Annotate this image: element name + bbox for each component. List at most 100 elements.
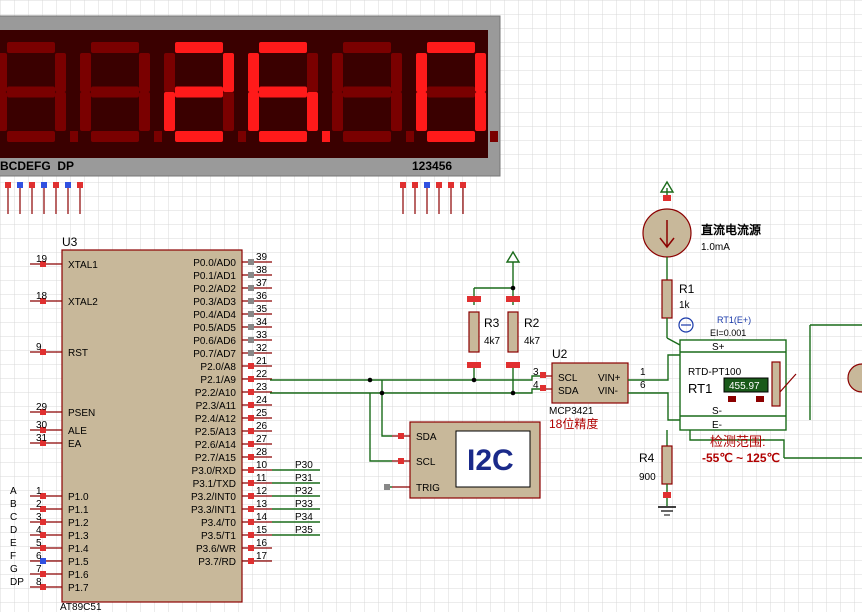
rtd-sensor-rt1[interactable]: S+ S- E- RTD-PT100 RT1 455.97 xyxy=(679,339,797,431)
mcu-right-pin-name: P2.5/A13 xyxy=(195,427,237,438)
segment-4-d xyxy=(343,131,391,142)
segment-5-g xyxy=(427,86,475,98)
mcu-right-pin-marker xyxy=(248,519,254,525)
mcu-right-pin-num: 39 xyxy=(256,252,268,263)
mcu-left-pin-num: 9 xyxy=(36,342,42,353)
range-title: 检测范围: xyxy=(710,434,766,449)
digit-labels: 123456 xyxy=(412,159,452,173)
mcu-right-pin-num: 12 xyxy=(256,486,268,497)
mcu-right-pins: 39 P0.0/AD0 38 P0.1/AD1 37 P0.2/AD2 36 P0.3/AD3… xyxy=(191,252,272,568)
mcu-right-pin-name: P3.3/INT1 xyxy=(191,505,236,516)
p3-net-label: P32 xyxy=(295,486,313,497)
mcu-right-pin-num: 15 xyxy=(256,525,268,536)
mcu-right-pin-marker xyxy=(248,467,254,473)
mcu-left-pin-name: EA xyxy=(68,439,82,450)
r4-ref: R4 xyxy=(639,451,655,465)
r1-probe: RT1(E+) xyxy=(717,315,751,325)
mcu-right-pin-name: P0.1/AD1 xyxy=(193,271,236,282)
mcu-right-pin-marker xyxy=(248,376,254,382)
rt1-part: RTD-PT100 xyxy=(688,367,742,378)
mcu-left-net: D xyxy=(10,525,17,536)
i2c-label: I2C xyxy=(467,444,514,477)
i2c-pin-trig: TRIG xyxy=(416,483,440,494)
mcu-left-net: C xyxy=(10,512,17,523)
mcu-right-pin-marker xyxy=(248,363,254,369)
mcu-right-pin-marker xyxy=(248,389,254,395)
segment-0-b xyxy=(55,53,66,92)
mcu-right-pin-num: 27 xyxy=(256,434,268,445)
mcu-left-pin-num: 6 xyxy=(36,551,42,562)
source-value: 1.0mA xyxy=(701,242,730,253)
range-value: -55℃ ~ 125℃ xyxy=(702,451,780,465)
mcu-right-pin-marker xyxy=(248,402,254,408)
schematic-canvas[interactable]: BCDEFG DP 123456 U3 19XTAL118XTAL29RST29… xyxy=(0,0,862,612)
seven-segment-display[interactable]: BCDEFG DP 123456 xyxy=(0,15,501,177)
mcu-right-pin-name: P2.0/A8 xyxy=(200,362,236,373)
mcu-right-pin-num: 32 xyxy=(256,343,268,354)
digpin-1 xyxy=(400,182,406,188)
segment-4-b xyxy=(391,53,402,92)
r3-value: 4k7 xyxy=(484,336,501,347)
r1-value: 1k xyxy=(679,300,691,311)
mcu-right-pin-marker xyxy=(248,298,254,304)
mcu-right-pin-name: P0.7/AD7 xyxy=(193,349,236,360)
mcu-right-pin-name: P3.0/RXD xyxy=(192,466,236,477)
i2c-pin-scl: SCL xyxy=(416,457,436,468)
mcu-left-pin-num: 18 xyxy=(36,291,48,302)
r1-probe-value: EI=0.001 xyxy=(710,328,746,338)
segment-3-d xyxy=(259,131,307,142)
segment-2-e xyxy=(164,92,175,131)
digpin-5 xyxy=(448,182,454,188)
mcu-right-pin-name: P0.6/AD6 xyxy=(193,336,236,347)
mcu-left-pin-num: 8 xyxy=(36,577,42,588)
segment-4-a xyxy=(343,42,391,53)
p3-net-label: P31 xyxy=(295,473,313,484)
segment-2-g xyxy=(175,86,223,98)
segment-4-f xyxy=(332,53,343,92)
mcu-left-pin-name: ALE xyxy=(68,426,87,437)
mcu-right-pin-num: 36 xyxy=(256,291,268,302)
mcu-right-pin-name: P3.6/WR xyxy=(196,544,236,555)
segment-2-c xyxy=(223,92,234,131)
segment-4-g xyxy=(343,86,391,98)
mcu-left-net: DP xyxy=(10,577,24,588)
mcu-right-pin-name: P0.4/AD4 xyxy=(193,310,236,321)
mcu-left-pin-name: PSEN xyxy=(68,408,95,419)
mcu-right-pin-name: P0.2/AD2 xyxy=(193,284,236,295)
mcu-left-pin-name: XTAL2 xyxy=(68,297,98,308)
adc-pin-vinp: VIN+ xyxy=(598,373,621,384)
mcu-right-pin-num: 16 xyxy=(256,538,268,549)
segment-5-e xyxy=(416,92,427,131)
mcu-right-pin-num: 14 xyxy=(256,512,268,523)
r2-value: 4k7 xyxy=(524,336,541,347)
segment-2-f xyxy=(164,53,175,92)
mcu-left-pin-name: P1.1 xyxy=(68,505,89,516)
mcu-right-pin-num: 35 xyxy=(256,304,268,315)
mcu-left-pin-num: 29 xyxy=(36,402,48,413)
p3-net-label: P30 xyxy=(295,460,313,471)
mcu-left-pin-name: RST xyxy=(68,348,88,359)
mcu-right-pin-name: P3.7/RD xyxy=(198,557,236,568)
mcu-right-pin-name: P2.7/A15 xyxy=(195,453,237,464)
mcu-part: AT89C51 xyxy=(60,602,102,612)
mcu-left-pin-num: 30 xyxy=(36,420,48,431)
mcu-left-pin-name: P1.5 xyxy=(68,557,89,568)
mcu-right-pin-name: P2.6/A14 xyxy=(195,440,237,451)
adc-part: MCP3421 xyxy=(549,406,594,417)
segment-5-a xyxy=(427,42,475,53)
segment-0-f xyxy=(0,53,7,92)
mcu-left-pin-num: 31 xyxy=(36,433,48,444)
r3-ref: R3 xyxy=(484,316,500,330)
segment-1-a xyxy=(91,42,139,53)
mcu-left-pin-num: 3 xyxy=(36,512,42,523)
mcu-right-pin-marker xyxy=(248,493,254,499)
mcu-left-net: E xyxy=(10,538,17,549)
segment-3-g xyxy=(259,86,307,98)
mcu-right-pin-marker xyxy=(248,259,254,265)
mcu-left-net: B xyxy=(10,499,17,510)
mcu-right-pin-name: P0.0/AD0 xyxy=(193,258,236,269)
segment-1-dp xyxy=(154,131,162,142)
mcu-left-pin-num: 2 xyxy=(36,499,42,510)
digpin-4 xyxy=(436,182,442,188)
segment-2-b xyxy=(223,53,234,92)
